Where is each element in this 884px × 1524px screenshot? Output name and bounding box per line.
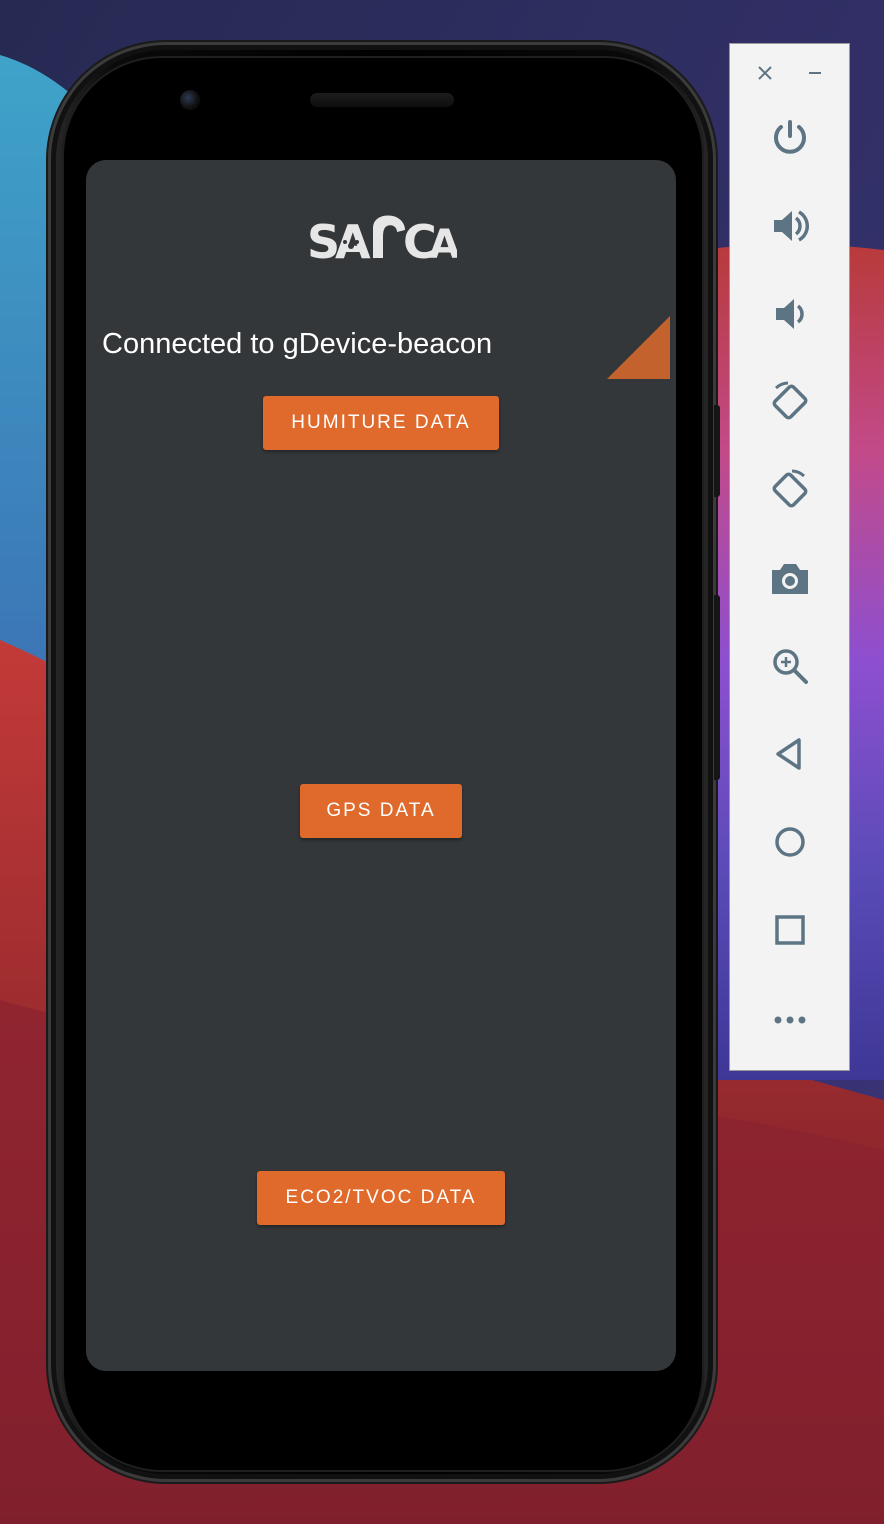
phone-power-button[interactable] xyxy=(714,405,720,497)
earpiece-speaker xyxy=(310,93,454,107)
rotate-left-icon[interactable] xyxy=(766,378,814,426)
toolbar-window-controls xyxy=(730,58,849,88)
volume-up-icon[interactable] xyxy=(766,202,814,250)
emulator-toolbar xyxy=(729,43,850,1071)
connection-status-text: Connected to gDevice-beacon xyxy=(102,328,493,360)
front-camera xyxy=(180,90,200,110)
eco2-tvoc-data-button[interactable]: ECO2/TVOC DATA xyxy=(257,1171,505,1225)
corner-triangle-icon xyxy=(607,316,670,379)
minimize-icon[interactable] xyxy=(800,58,830,88)
home-icon[interactable] xyxy=(766,818,814,866)
close-icon[interactable] xyxy=(750,58,780,88)
phone-volume-button[interactable] xyxy=(714,595,720,780)
volume-down-icon[interactable] xyxy=(766,290,814,338)
gps-data-button[interactable]: GPS DATA xyxy=(300,784,462,838)
svg-text:A: A xyxy=(429,222,457,268)
saca-logo: S A C A xyxy=(305,208,460,270)
overview-icon[interactable] xyxy=(766,906,814,954)
rotate-right-icon[interactable] xyxy=(766,466,814,514)
desktop-wallpaper: S A C A Connected to gDevice-beacon HUMI… xyxy=(0,0,884,1524)
app-screen: S A C A Connected to gDevice-beacon HUMI… xyxy=(86,160,676,1371)
humiture-data-button[interactable]: HUMITURE DATA xyxy=(263,396,499,450)
power-icon[interactable] xyxy=(766,114,814,162)
zoom-icon[interactable] xyxy=(766,642,814,690)
more-icon[interactable] xyxy=(766,994,814,1042)
back-icon[interactable] xyxy=(766,730,814,778)
saca-logo-graphic: S A C A xyxy=(307,215,460,269)
svg-text:A: A xyxy=(335,215,371,269)
camera-icon[interactable] xyxy=(766,554,814,602)
